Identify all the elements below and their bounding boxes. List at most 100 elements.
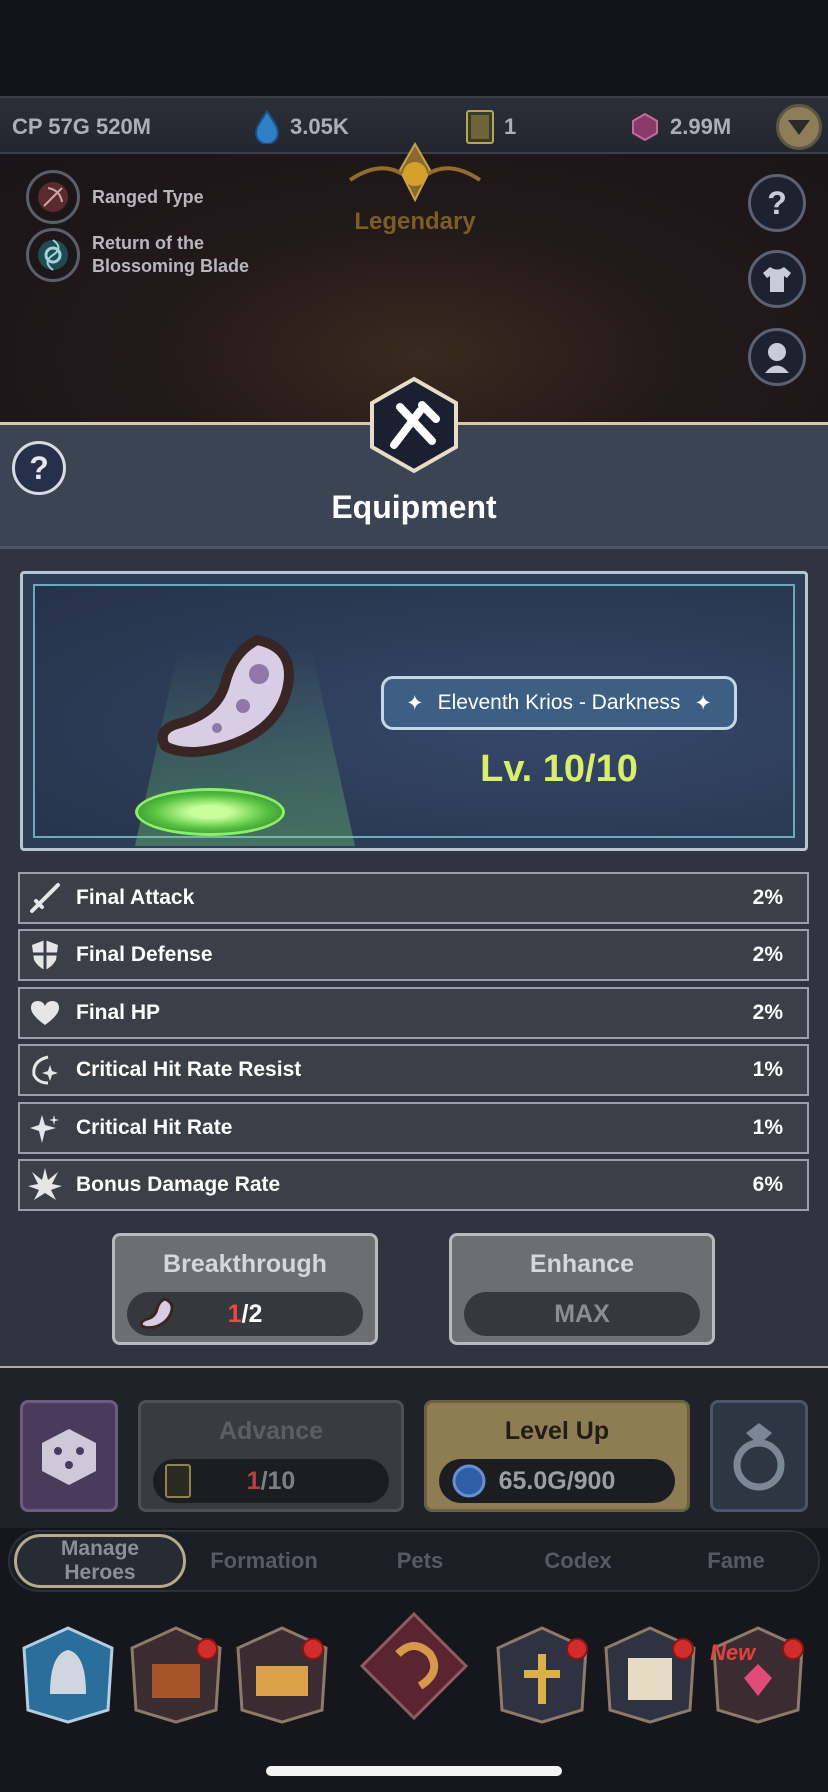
- gem-resource[interactable]: 3.05K: [254, 98, 349, 156]
- blue-orb-icon: [452, 1464, 486, 1498]
- item-name-plate: ✦ Eleventh Krios - Darkness ✦: [381, 676, 737, 730]
- burst-icon: [20, 1161, 70, 1209]
- stat-value: 1%: [752, 1058, 783, 1082]
- hero-help-button[interactable]: ?: [748, 174, 806, 232]
- tab-formation[interactable]: Formation: [186, 1532, 342, 1590]
- equipment-card-frame: ✦ Eleventh Krios - Darkness ✦ Lv. 10/10: [33, 584, 795, 846]
- stat-label: Bonus Damage Rate: [76, 1172, 281, 1196]
- stat-value: 1%: [752, 1115, 783, 1139]
- notification-badge: [672, 1638, 694, 1660]
- dice-icon: [42, 1429, 96, 1485]
- costume-button[interactable]: [748, 250, 806, 308]
- question-icon: ?: [767, 184, 787, 221]
- question-icon: ?: [29, 449, 49, 486]
- tab-manage-heroes[interactable]: Manage Heroes: [14, 1534, 186, 1588]
- breakthrough-button[interactable]: Breakthrough 1 /2: [112, 1233, 378, 1345]
- enhance-label: Enhance: [529, 1250, 635, 1278]
- notification-badge: [196, 1638, 218, 1660]
- bottom-navigation: New: [0, 1600, 828, 1792]
- crystal-resource[interactable]: 2.99M: [630, 98, 731, 156]
- pedestal: [135, 788, 285, 836]
- modal-title: Equipment: [331, 489, 497, 525]
- shield-icon: [20, 931, 70, 979]
- shirt-icon: [763, 267, 791, 292]
- trait-skill-line1: Return of the: [92, 233, 204, 253]
- gem-icon: [254, 110, 280, 144]
- star-icon: ✦: [406, 691, 424, 715]
- crit-resist-icon: [20, 1046, 70, 1094]
- stat-value: 6%: [752, 1172, 783, 1196]
- crystal-value: 2.99M: [670, 114, 732, 139]
- ring-button[interactable]: [710, 1400, 808, 1512]
- stat-value: 2%: [752, 1000, 783, 1024]
- rarity-emblem: Legendary: [340, 140, 490, 235]
- stat-row-crit-rate: Critical Hit Rate 1%: [18, 1101, 809, 1154]
- trait-skill-label: Return of the Blossoming Blade: [92, 232, 249, 278]
- tab-label: Codex: [544, 1548, 612, 1573]
- enhance-max: MAX: [464, 1292, 700, 1336]
- tab-pets[interactable]: Pets: [342, 1532, 498, 1590]
- level-up-cost: 65.0G/900: [439, 1459, 675, 1503]
- stat-value: 2%: [752, 943, 783, 967]
- equipment-card: ✦ Eleventh Krios - Darkness ✦ Lv. 10/10: [20, 571, 808, 851]
- enhance-button[interactable]: Enhance MAX: [449, 1233, 715, 1345]
- star-icon: ✦: [694, 691, 712, 715]
- home-indicator: [266, 1766, 562, 1776]
- swirl-icon: [26, 228, 80, 282]
- combat-power-value: CP 57G 520M: [12, 114, 152, 139]
- gem-value: 3.05K: [290, 114, 349, 139]
- notification-badge: [302, 1638, 324, 1660]
- notification-badge: [782, 1638, 804, 1660]
- stat-label: Final HP: [76, 1000, 161, 1024]
- breakthrough-current: 1: [227, 1299, 242, 1328]
- equipment-modal: ? Equipment ✦ Eleventh Krios - Darkness …: [0, 376, 828, 1368]
- chevron-down-icon: [788, 120, 810, 135]
- tab-fame[interactable]: Fame: [658, 1532, 814, 1590]
- equipment-help-button[interactable]: ?: [12, 441, 66, 495]
- trait-ranged-label: Ranged Type: [92, 186, 204, 207]
- advance-current: 1: [246, 1466, 261, 1495]
- trait-ranged[interactable]: Ranged Type: [26, 170, 204, 224]
- trait-skill[interactable]: Return of the Blossoming Blade: [26, 228, 249, 282]
- stat-label: Critical Hit Rate: [76, 1115, 233, 1139]
- level-up-button[interactable]: Level Up 65.0G/900: [424, 1400, 690, 1512]
- advance-label: Advance: [218, 1417, 324, 1445]
- return-icon[interactable]: [358, 1610, 470, 1722]
- stat-label: Critical Hit Rate Resist: [76, 1058, 302, 1082]
- krios-mini-icon: [139, 1297, 174, 1330]
- stat-row-bonus-damage: Bonus Damage Rate 6%: [18, 1158, 809, 1211]
- item-level: Lv. 10/10: [480, 748, 638, 790]
- profile-button[interactable]: [748, 328, 806, 386]
- hero-action-bar: Advance 1/10 Level Up 65.0G/900: [0, 1368, 828, 1528]
- advance-total: /10: [260, 1466, 296, 1495]
- sparkle-icon: [20, 1104, 70, 1152]
- heart-icon: [20, 989, 70, 1037]
- tab-label: Fame: [707, 1548, 765, 1573]
- stat-row-final-hp: Final HP 2%: [18, 986, 809, 1039]
- advance-button[interactable]: Advance 1/10: [138, 1400, 404, 1512]
- level-up-label: Level Up: [504, 1417, 610, 1445]
- bow-icon: [26, 170, 80, 224]
- person-icon: [765, 343, 789, 373]
- hero-helmet-icon[interactable]: [20, 1624, 116, 1724]
- card-icon: [165, 1464, 191, 1498]
- tab-codex[interactable]: Codex: [500, 1532, 656, 1590]
- breakthrough-total: /2: [241, 1299, 263, 1328]
- stat-row-crit-resist: Critical Hit Rate Resist 1%: [18, 1044, 809, 1097]
- krios-item-icon: [157, 635, 294, 757]
- resource-dropdown-button[interactable]: [776, 104, 822, 150]
- trait-skill-line2: Blossoming Blade: [92, 256, 250, 276]
- item-name: Eleventh Krios - Darkness: [437, 691, 681, 714]
- breakthrough-label: Breakthrough: [163, 1250, 327, 1278]
- crystal-icon: [632, 112, 658, 142]
- hero-tabs: Manage Heroes Formation Pets Codex Fame: [8, 1530, 820, 1592]
- tab-label-line2: Heroes: [64, 1561, 136, 1584]
- new-tag: New: [710, 1640, 756, 1665]
- status-bar: [0, 0, 828, 96]
- stat-list: Final Attack 2% Final Defense 2% Final H…: [18, 872, 809, 1216]
- random-button[interactable]: [20, 1400, 118, 1512]
- advance-cost: 1/10: [153, 1459, 389, 1503]
- equipment-emblem-icon: [370, 376, 458, 474]
- sword-icon: [20, 874, 70, 922]
- breakthrough-cost: 1 /2: [127, 1292, 363, 1336]
